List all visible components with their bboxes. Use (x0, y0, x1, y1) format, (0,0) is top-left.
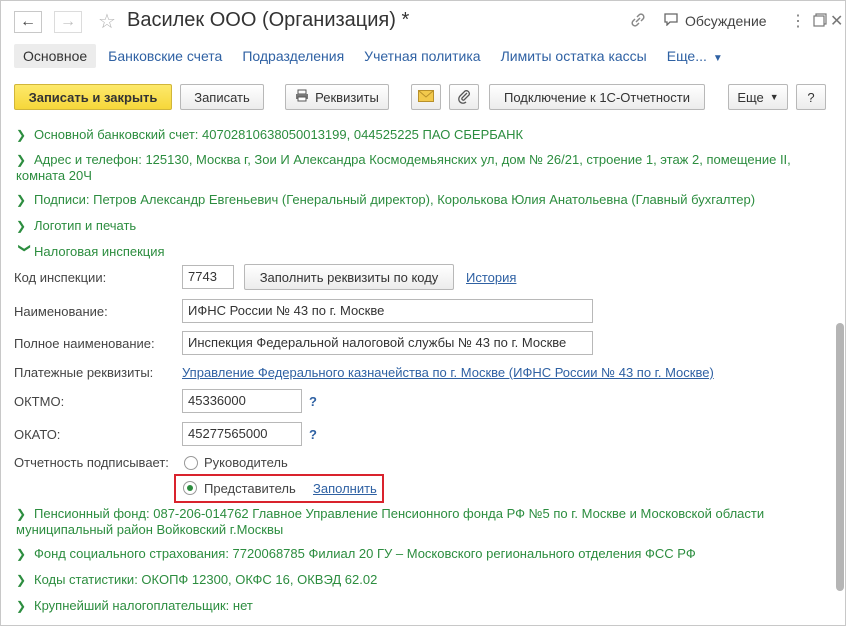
more-actions-button[interactable]: Еще ▼ (728, 84, 788, 110)
forward-button[interactable]: → (54, 11, 82, 33)
chevron-right-icon: ❯ (16, 153, 27, 167)
radio-representative-label[interactable]: Представитель (204, 481, 296, 496)
inspection-code-input[interactable]: 7743 (182, 265, 234, 289)
group-statistics-codes-label: Коды статистики: ОКОПФ 12300, ОКФС 16, О… (34, 572, 378, 587)
full-name-input[interactable]: Инспекция Федеральной налоговой службы №… (182, 331, 593, 355)
signer-label: Отчетность подписывает: (14, 455, 169, 470)
fill-representative-link[interactable]: Заполнить (313, 481, 377, 496)
name-input[interactable]: ИФНС России № 43 по г. Москве (182, 299, 593, 323)
okato-label: ОКАТО: (14, 427, 61, 442)
chevron-right-icon: ❯ (16, 547, 27, 561)
chat-icon (663, 12, 679, 29)
help-button[interactable]: ? (796, 84, 826, 110)
radio-head-label[interactable]: Руководитель (204, 455, 288, 470)
save-button[interactable]: Записать (180, 84, 264, 110)
favorite-star-icon[interactable]: ☆ (98, 9, 116, 34)
group-address-label: Адрес и телефон: 125130, Москва г, Зои И… (16, 152, 791, 183)
chevron-right-icon: ❯ (16, 193, 27, 207)
chevron-down-icon: ▼ (712, 53, 723, 64)
chevron-right-icon: ❯ (16, 219, 27, 233)
group-tax-inspection-label: Налоговая инспекция (34, 244, 165, 259)
chevron-right-icon: ❯ (16, 128, 27, 142)
group-logo[interactable]: ❯ Логотип и печать (16, 218, 136, 233)
email-button[interactable] (411, 84, 441, 110)
group-largest-taxpayer-label: Крупнейший налогоплательщик: нет (34, 598, 253, 613)
payment-details-link[interactable]: Управление Федерального казначейства по … (182, 365, 714, 380)
fill-by-code-button[interactable]: Заполнить реквизиты по коду (244, 264, 454, 290)
history-link[interactable]: История (466, 270, 516, 285)
oktmo-help-icon[interactable]: ? (309, 394, 317, 409)
chevron-down-icon: ❯ (18, 243, 32, 254)
okato-input[interactable]: 45277565000 (182, 422, 302, 446)
tab-main[interactable]: Основное (14, 44, 97, 68)
more-actions-label: Еще (737, 89, 764, 105)
requisites-label: Реквизиты (315, 89, 379, 105)
group-address[interactable]: ❯ Адрес и телефон: 125130, Москва г, Зои … (16, 152, 816, 184)
group-bank-account-label: Основной банковский счет: 40702810638050… (34, 127, 524, 142)
tab-cash-limits[interactable]: Лимиты остатка кассы (501, 48, 647, 64)
payment-details-label: Платежные реквизиты: (14, 365, 154, 380)
close-icon[interactable]: ✕ (830, 11, 843, 31)
group-bank-account[interactable]: ❯ Основной банковский счет: 4070281063805… (16, 127, 523, 142)
tabs-bar: Основное Банковские счета Подразделения … (14, 43, 743, 69)
group-tax-inspection[interactable]: ❯ Налоговая инспекция (16, 243, 165, 259)
radio-representative[interactable] (183, 481, 197, 495)
requisites-button[interactable]: Реквизиты (285, 84, 389, 110)
envelope-icon (418, 89, 434, 105)
tab-more-label: Еще... (666, 48, 707, 64)
chevron-right-icon: ❯ (16, 507, 27, 521)
save-and-close-button[interactable]: Записать и закрыть (14, 84, 172, 110)
tab-more[interactable]: Еще... ▼ (667, 48, 723, 64)
discussion-label: Обсуждение (685, 12, 767, 29)
arrow-right-icon: → (60, 13, 76, 30)
radio-head[interactable] (184, 456, 198, 470)
oktmo-label: ОКТМО: (14, 394, 65, 409)
more-vertical-icon[interactable]: ⋮ (790, 11, 806, 31)
group-pension-fund-label: Пенсионный фонд: 087-206-014762 Главное … (16, 506, 765, 537)
chevron-right-icon: ❯ (16, 573, 27, 587)
inspection-code-label: Код инспекции: (14, 270, 107, 285)
group-logo-label: Логотип и печать (34, 218, 137, 233)
back-button[interactable]: ← (14, 11, 42, 33)
chevron-down-icon: ▼ (769, 92, 779, 102)
window-title: Василек ООО (Организация) * (127, 9, 410, 31)
group-social-insurance-label: Фонд социального страхования: 7720068785… (34, 546, 696, 561)
tab-bank-accounts[interactable]: Банковские счета (108, 48, 222, 64)
group-largest-taxpayer[interactable]: ❯ Крупнейший налогоплательщик: нет (16, 598, 253, 613)
restore-window-icon[interactable] (813, 11, 827, 32)
chevron-right-icon: ❯ (16, 599, 27, 613)
arrow-left-icon: ← (20, 13, 36, 30)
discussion-button[interactable]: Обсуждение (663, 12, 767, 29)
okato-help-icon[interactable]: ? (309, 427, 317, 442)
printer-icon (295, 89, 309, 105)
group-statistics-codes[interactable]: ❯ Коды статистики: ОКОПФ 12300, ОКФС 16, … (16, 572, 377, 587)
group-social-insurance[interactable]: ❯ Фонд социального страхования: 772006878… (16, 546, 696, 561)
link-icon[interactable] (629, 11, 647, 34)
full-name-label: Полное наименование: (14, 336, 155, 351)
tab-accounting-policy[interactable]: Учетная политика (364, 48, 480, 64)
group-signatures-label: Подписи: Петров Александр Евгеньевич (Ге… (34, 192, 756, 207)
vertical-scrollbar[interactable] (836, 323, 844, 591)
paperclip-icon (458, 88, 470, 107)
group-pension-fund[interactable]: ❯ Пенсионный фонд: 087-206-014762 Главное… (16, 506, 816, 538)
title-bar: ← → ☆ Василек ООО (Организация) * Обсужд… (1, 1, 845, 41)
attachment-button[interactable] (449, 84, 479, 110)
oktmo-input[interactable]: 45336000 (182, 389, 302, 413)
tab-departments[interactable]: Подразделения (242, 48, 344, 64)
connect-reporting-button[interactable]: Подключение к 1С-Отчетности (489, 84, 705, 110)
name-label: Наименование: (14, 304, 108, 319)
group-signatures[interactable]: ❯ Подписи: Петров Александр Евгеньевич (Г… (16, 192, 755, 207)
organization-form: ← → ☆ Василек ООО (Организация) * Обсужд… (0, 0, 846, 626)
